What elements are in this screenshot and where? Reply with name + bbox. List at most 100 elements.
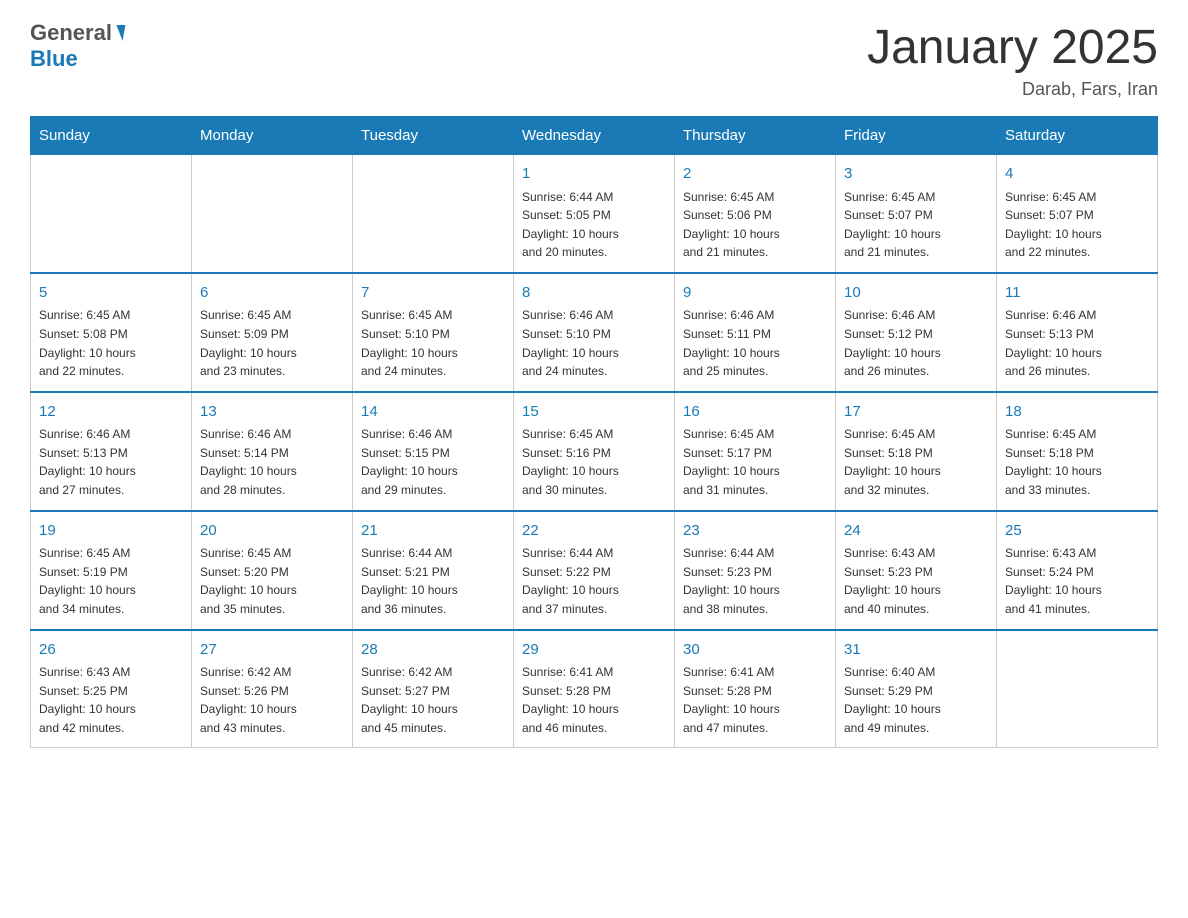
day-info: Sunrise: 6:44 AM Sunset: 5:21 PM Dayligh… [361, 544, 505, 618]
day-header-friday: Friday [836, 117, 997, 155]
day-number: 4 [1005, 163, 1149, 186]
calendar-cell: 16Sunrise: 6:45 AM Sunset: 5:17 PM Dayli… [675, 392, 836, 511]
day-info: Sunrise: 6:41 AM Sunset: 5:28 PM Dayligh… [522, 663, 666, 737]
day-info: Sunrise: 6:45 AM Sunset: 5:20 PM Dayligh… [200, 544, 344, 618]
day-info: Sunrise: 6:45 AM Sunset: 5:17 PM Dayligh… [683, 425, 827, 499]
day-header-sunday: Sunday [31, 117, 192, 155]
calendar-title: January 2025 [867, 20, 1158, 75]
day-number: 19 [39, 520, 183, 543]
calendar-cell [192, 155, 353, 273]
calendar-cell: 25Sunrise: 6:43 AM Sunset: 5:24 PM Dayli… [997, 511, 1158, 630]
calendar-cell: 6Sunrise: 6:45 AM Sunset: 5:09 PM Daylig… [192, 273, 353, 392]
day-info: Sunrise: 6:44 AM Sunset: 5:23 PM Dayligh… [683, 544, 827, 618]
calendar-cell: 9Sunrise: 6:46 AM Sunset: 5:11 PM Daylig… [675, 273, 836, 392]
day-number: 9 [683, 282, 827, 305]
day-header-thursday: Thursday [675, 117, 836, 155]
logo: General Blue [30, 20, 124, 72]
title-section: January 2025 Darab, Fars, Iran [867, 20, 1158, 100]
day-info: Sunrise: 6:45 AM Sunset: 5:06 PM Dayligh… [683, 188, 827, 262]
day-info: Sunrise: 6:44 AM Sunset: 5:22 PM Dayligh… [522, 544, 666, 618]
day-info: Sunrise: 6:43 AM Sunset: 5:23 PM Dayligh… [844, 544, 988, 618]
day-number: 22 [522, 520, 666, 543]
calendar-cell: 5Sunrise: 6:45 AM Sunset: 5:08 PM Daylig… [31, 273, 192, 392]
calendar-cell: 2Sunrise: 6:45 AM Sunset: 5:06 PM Daylig… [675, 155, 836, 273]
logo-general-text: General [30, 20, 112, 46]
day-number: 10 [844, 282, 988, 305]
day-number: 8 [522, 282, 666, 305]
day-info: Sunrise: 6:46 AM Sunset: 5:15 PM Dayligh… [361, 425, 505, 499]
calendar-cell: 13Sunrise: 6:46 AM Sunset: 5:14 PM Dayli… [192, 392, 353, 511]
day-number: 1 [522, 163, 666, 186]
calendar-table: SundayMondayTuesdayWednesdayThursdayFrid… [30, 116, 1158, 748]
day-number: 7 [361, 282, 505, 305]
day-number: 20 [200, 520, 344, 543]
day-info: Sunrise: 6:46 AM Sunset: 5:13 PM Dayligh… [39, 425, 183, 499]
calendar-cell: 29Sunrise: 6:41 AM Sunset: 5:28 PM Dayli… [514, 630, 675, 748]
calendar-cell: 4Sunrise: 6:45 AM Sunset: 5:07 PM Daylig… [997, 155, 1158, 273]
calendar-cell: 28Sunrise: 6:42 AM Sunset: 5:27 PM Dayli… [353, 630, 514, 748]
day-info: Sunrise: 6:45 AM Sunset: 5:07 PM Dayligh… [1005, 188, 1149, 262]
day-header-saturday: Saturday [997, 117, 1158, 155]
calendar-cell: 24Sunrise: 6:43 AM Sunset: 5:23 PM Dayli… [836, 511, 997, 630]
calendar-cell: 23Sunrise: 6:44 AM Sunset: 5:23 PM Dayli… [675, 511, 836, 630]
calendar-cell: 11Sunrise: 6:46 AM Sunset: 5:13 PM Dayli… [997, 273, 1158, 392]
day-info: Sunrise: 6:45 AM Sunset: 5:09 PM Dayligh… [200, 306, 344, 380]
calendar-cell: 1Sunrise: 6:44 AM Sunset: 5:05 PM Daylig… [514, 155, 675, 273]
calendar-cell: 19Sunrise: 6:45 AM Sunset: 5:19 PM Dayli… [31, 511, 192, 630]
day-header-wednesday: Wednesday [514, 117, 675, 155]
logo-blue-text: Blue [30, 46, 78, 71]
calendar-cell: 30Sunrise: 6:41 AM Sunset: 5:28 PM Dayli… [675, 630, 836, 748]
day-header-monday: Monday [192, 117, 353, 155]
day-info: Sunrise: 6:46 AM Sunset: 5:13 PM Dayligh… [1005, 306, 1149, 380]
day-info: Sunrise: 6:46 AM Sunset: 5:10 PM Dayligh… [522, 306, 666, 380]
day-info: Sunrise: 6:45 AM Sunset: 5:19 PM Dayligh… [39, 544, 183, 618]
calendar-cell: 7Sunrise: 6:45 AM Sunset: 5:10 PM Daylig… [353, 273, 514, 392]
calendar-cell: 10Sunrise: 6:46 AM Sunset: 5:12 PM Dayli… [836, 273, 997, 392]
day-info: Sunrise: 6:45 AM Sunset: 5:08 PM Dayligh… [39, 306, 183, 380]
day-number: 3 [844, 163, 988, 186]
calendar-header-row: SundayMondayTuesdayWednesdayThursdayFrid… [31, 117, 1158, 155]
calendar-cell: 22Sunrise: 6:44 AM Sunset: 5:22 PM Dayli… [514, 511, 675, 630]
calendar-cell: 12Sunrise: 6:46 AM Sunset: 5:13 PM Dayli… [31, 392, 192, 511]
calendar-week-row: 26Sunrise: 6:43 AM Sunset: 5:25 PM Dayli… [31, 630, 1158, 748]
day-number: 15 [522, 401, 666, 424]
calendar-week-row: 5Sunrise: 6:45 AM Sunset: 5:08 PM Daylig… [31, 273, 1158, 392]
logo-arrow-icon [114, 25, 126, 41]
day-info: Sunrise: 6:45 AM Sunset: 5:07 PM Dayligh… [844, 188, 988, 262]
day-number: 21 [361, 520, 505, 543]
day-number: 5 [39, 282, 183, 305]
day-info: Sunrise: 6:46 AM Sunset: 5:12 PM Dayligh… [844, 306, 988, 380]
day-number: 28 [361, 639, 505, 662]
day-info: Sunrise: 6:42 AM Sunset: 5:26 PM Dayligh… [200, 663, 344, 737]
calendar-cell: 17Sunrise: 6:45 AM Sunset: 5:18 PM Dayli… [836, 392, 997, 511]
day-number: 6 [200, 282, 344, 305]
day-number: 11 [1005, 282, 1149, 305]
page-header: General Blue January 2025 Darab, Fars, I… [30, 20, 1158, 100]
day-info: Sunrise: 6:41 AM Sunset: 5:28 PM Dayligh… [683, 663, 827, 737]
calendar-cell: 8Sunrise: 6:46 AM Sunset: 5:10 PM Daylig… [514, 273, 675, 392]
day-info: Sunrise: 6:43 AM Sunset: 5:25 PM Dayligh… [39, 663, 183, 737]
day-number: 12 [39, 401, 183, 424]
calendar-cell: 21Sunrise: 6:44 AM Sunset: 5:21 PM Dayli… [353, 511, 514, 630]
day-info: Sunrise: 6:45 AM Sunset: 5:10 PM Dayligh… [361, 306, 505, 380]
calendar-cell: 26Sunrise: 6:43 AM Sunset: 5:25 PM Dayli… [31, 630, 192, 748]
calendar-cell: 3Sunrise: 6:45 AM Sunset: 5:07 PM Daylig… [836, 155, 997, 273]
day-info: Sunrise: 6:46 AM Sunset: 5:11 PM Dayligh… [683, 306, 827, 380]
day-info: Sunrise: 6:45 AM Sunset: 5:18 PM Dayligh… [844, 425, 988, 499]
day-info: Sunrise: 6:43 AM Sunset: 5:24 PM Dayligh… [1005, 544, 1149, 618]
day-number: 13 [200, 401, 344, 424]
day-number: 24 [844, 520, 988, 543]
calendar-cell [997, 630, 1158, 748]
day-info: Sunrise: 6:46 AM Sunset: 5:14 PM Dayligh… [200, 425, 344, 499]
calendar-cell: 27Sunrise: 6:42 AM Sunset: 5:26 PM Dayli… [192, 630, 353, 748]
day-number: 18 [1005, 401, 1149, 424]
calendar-cell [31, 155, 192, 273]
calendar-cell: 31Sunrise: 6:40 AM Sunset: 5:29 PM Dayli… [836, 630, 997, 748]
day-info: Sunrise: 6:42 AM Sunset: 5:27 PM Dayligh… [361, 663, 505, 737]
day-number: 2 [683, 163, 827, 186]
day-info: Sunrise: 6:40 AM Sunset: 5:29 PM Dayligh… [844, 663, 988, 737]
calendar-cell: 15Sunrise: 6:45 AM Sunset: 5:16 PM Dayli… [514, 392, 675, 511]
day-number: 27 [200, 639, 344, 662]
calendar-subtitle: Darab, Fars, Iran [867, 79, 1158, 100]
calendar-week-row: 19Sunrise: 6:45 AM Sunset: 5:19 PM Dayli… [31, 511, 1158, 630]
